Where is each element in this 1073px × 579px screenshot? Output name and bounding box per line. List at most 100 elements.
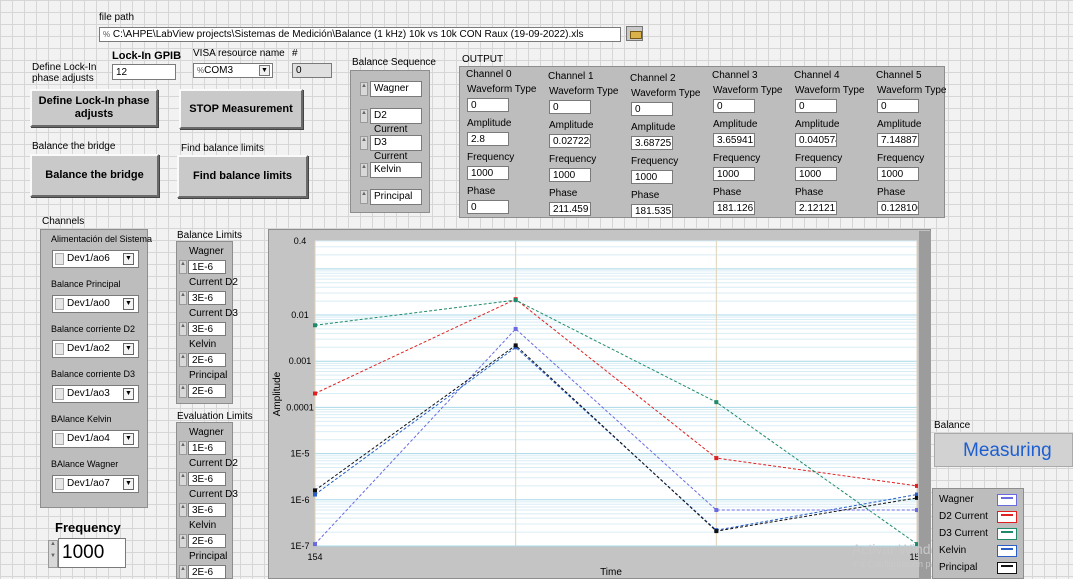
chevron-down-icon[interactable]: ▼ — [123, 388, 134, 400]
balance-status-value: Measuring — [963, 440, 1052, 461]
channel-frequency-value[interactable]: 1000 — [713, 167, 755, 181]
limit-stepper[interactable]: ▲ — [179, 322, 187, 336]
limit-input[interactable]: 2E-6 — [188, 353, 226, 367]
chevron-down-icon[interactable]: ▼ — [123, 433, 134, 445]
channel-value: Dev1/ao0 — [67, 298, 110, 309]
field-label: Waveform Type — [549, 86, 619, 97]
limit-input[interactable]: 3E-6 — [188, 291, 226, 305]
channel-amplitude-value[interactable]: 2.8 — [467, 132, 509, 146]
browse-folder-icon[interactable] — [626, 26, 643, 41]
sequence-item[interactable]: Kelvin — [370, 162, 422, 178]
limit-input[interactable]: 2E-6 — [188, 565, 226, 579]
channel-phase-value[interactable]: 0.128106 — [877, 201, 919, 215]
limit-input[interactable]: 2E-6 — [188, 384, 226, 398]
channel-phase-value[interactable]: 211.459 — [549, 202, 591, 216]
channel-value: Dev1/ao2 — [67, 343, 110, 354]
channel-waveform-value[interactable]: 0 — [795, 99, 837, 113]
legend-swatch[interactable] — [997, 528, 1017, 540]
channel-waveform-value[interactable]: 0 — [467, 98, 509, 112]
channel-select[interactable]: Dev1/ao4 ▼ — [52, 430, 139, 448]
file-path-input[interactable]: % C:\AHPE\LabView projects\Sistemas de M… — [99, 27, 621, 42]
chevron-down-icon[interactable]: ▼ — [123, 478, 134, 490]
channel-phase-value[interactable]: 0 — [467, 200, 509, 214]
chevron-down-icon[interactable]: ▼ — [123, 298, 134, 310]
limit-stepper[interactable]: ▲ — [179, 534, 187, 548]
channel-select[interactable]: Dev1/ao0 ▼ — [52, 295, 139, 313]
channel-select[interactable]: Dev1/ao7 ▼ — [52, 475, 139, 493]
channel-frequency-value[interactable]: 1000 — [549, 168, 591, 182]
limit-stepper[interactable]: ▲ — [179, 503, 187, 517]
channel-amplitude-value[interactable]: 3.68725 — [631, 136, 673, 150]
frequency-input[interactable]: 1000 — [58, 538, 126, 568]
sequence-stepper[interactable]: ▲ — [360, 190, 368, 204]
limit-stepper[interactable]: ▲ — [179, 291, 187, 305]
channel-frequency-value[interactable]: 1000 — [467, 166, 509, 180]
channel-frequency-value[interactable]: 1000 — [795, 167, 837, 181]
field-label: Waveform Type — [713, 85, 783, 96]
sequence-stepper[interactable]: ▲ — [360, 136, 368, 150]
channel-phase-value[interactable]: 181.535 — [631, 204, 673, 218]
limit-stepper[interactable]: ▲ — [179, 441, 187, 455]
limit-stepper[interactable]: ▲ — [179, 353, 187, 367]
frequency-stepper[interactable]: ▲ ▼ — [48, 540, 58, 568]
visa-select[interactable]: %COM3 ▼ — [193, 63, 273, 78]
legend-swatch[interactable] — [997, 545, 1017, 557]
limit-input[interactable]: 1E-6 — [188, 260, 226, 274]
channel-amplitude-value[interactable]: 3.65941 — [713, 133, 755, 147]
channel-select[interactable]: Dev1/ao2 ▼ — [52, 340, 139, 358]
channel-waveform-value[interactable]: 0 — [549, 100, 591, 114]
channel-waveform-value[interactable]: 0 — [877, 99, 919, 113]
channel-frequency-value[interactable]: 1000 — [877, 167, 919, 181]
channel-amplitude-value[interactable]: 0.040574 — [795, 133, 837, 147]
sequence-stepper[interactable]: ▲ — [360, 163, 368, 177]
channel-select[interactable]: Dev1/ao6 ▼ — [52, 250, 139, 268]
limit-stepper[interactable]: ▲ — [179, 565, 187, 579]
legend-swatch[interactable] — [997, 562, 1017, 574]
limit-input[interactable]: 1E-6 — [188, 441, 226, 455]
field-label: Amplitude — [795, 119, 840, 130]
legend-swatch[interactable] — [997, 494, 1017, 506]
define-lockin-button[interactable]: Define Lock-In phase adjusts — [30, 89, 158, 127]
channel-select[interactable]: Dev1/ao3 ▼ — [52, 385, 139, 403]
field-label: Frequency — [549, 154, 597, 165]
sequence-stepper[interactable]: ▲ — [360, 82, 368, 96]
channel-waveform-value[interactable]: 0 — [713, 99, 755, 113]
channel-amplitude-value[interactable]: 0.0272262 — [549, 134, 591, 148]
sequence-item[interactable]: D2 Current — [370, 108, 422, 135]
channel-amplitude-value[interactable]: 7.14887 — [877, 133, 919, 147]
y-tick-label: 0.0001 — [286, 402, 314, 412]
limit-input[interactable]: 2E-6 — [188, 534, 226, 548]
data-point — [915, 508, 918, 513]
limit-input[interactable]: 3E-6 — [188, 322, 226, 336]
chevron-down-icon[interactable]: ▼ — [123, 343, 134, 355]
limit-input[interactable]: 3E-6 — [188, 472, 226, 486]
stop-measurement-button[interactable]: STOP Measurement — [179, 89, 303, 129]
field-label: Waveform Type — [631, 88, 701, 99]
channel-waveform-value[interactable]: 0 — [631, 102, 673, 116]
chart-scrollbar[interactable] — [919, 231, 931, 579]
field-label: Amplitude — [631, 122, 676, 133]
balance-bridge-button[interactable]: Balance the bridge — [30, 154, 159, 197]
legend-label: Kelvin — [939, 545, 967, 556]
limit-input[interactable]: 3E-6 — [188, 503, 226, 517]
find-limits-button[interactable]: Find balance limits — [177, 155, 308, 198]
sequence-stepper[interactable]: ▲ — [360, 109, 368, 123]
gpib-input[interactable]: 12 — [112, 64, 176, 80]
limit-stepper[interactable]: ▲ — [179, 384, 187, 398]
sequence-item[interactable]: Principal — [370, 189, 422, 205]
data-point — [915, 483, 918, 488]
channel-frequency-value[interactable]: 1000 — [631, 170, 673, 184]
channel-name: Channel 5 — [876, 70, 922, 81]
limit-label: Principal — [189, 551, 228, 562]
chevron-down-icon[interactable]: ▼ — [123, 253, 134, 265]
channel-phase-value[interactable]: 181.126 — [713, 201, 755, 215]
limit-stepper[interactable]: ▲ — [179, 260, 187, 274]
sequence-item[interactable]: D3 Current — [370, 135, 422, 162]
data-point — [714, 456, 719, 461]
chevron-down-icon[interactable]: ▼ — [259, 65, 270, 76]
y-tick-label: 1E-5 — [290, 449, 309, 459]
limit-stepper[interactable]: ▲ — [179, 472, 187, 486]
channel-phase-value[interactable]: 2.12121 — [795, 201, 837, 215]
legend-swatch[interactable] — [997, 511, 1017, 523]
sequence-item[interactable]: Wagner — [370, 81, 422, 97]
